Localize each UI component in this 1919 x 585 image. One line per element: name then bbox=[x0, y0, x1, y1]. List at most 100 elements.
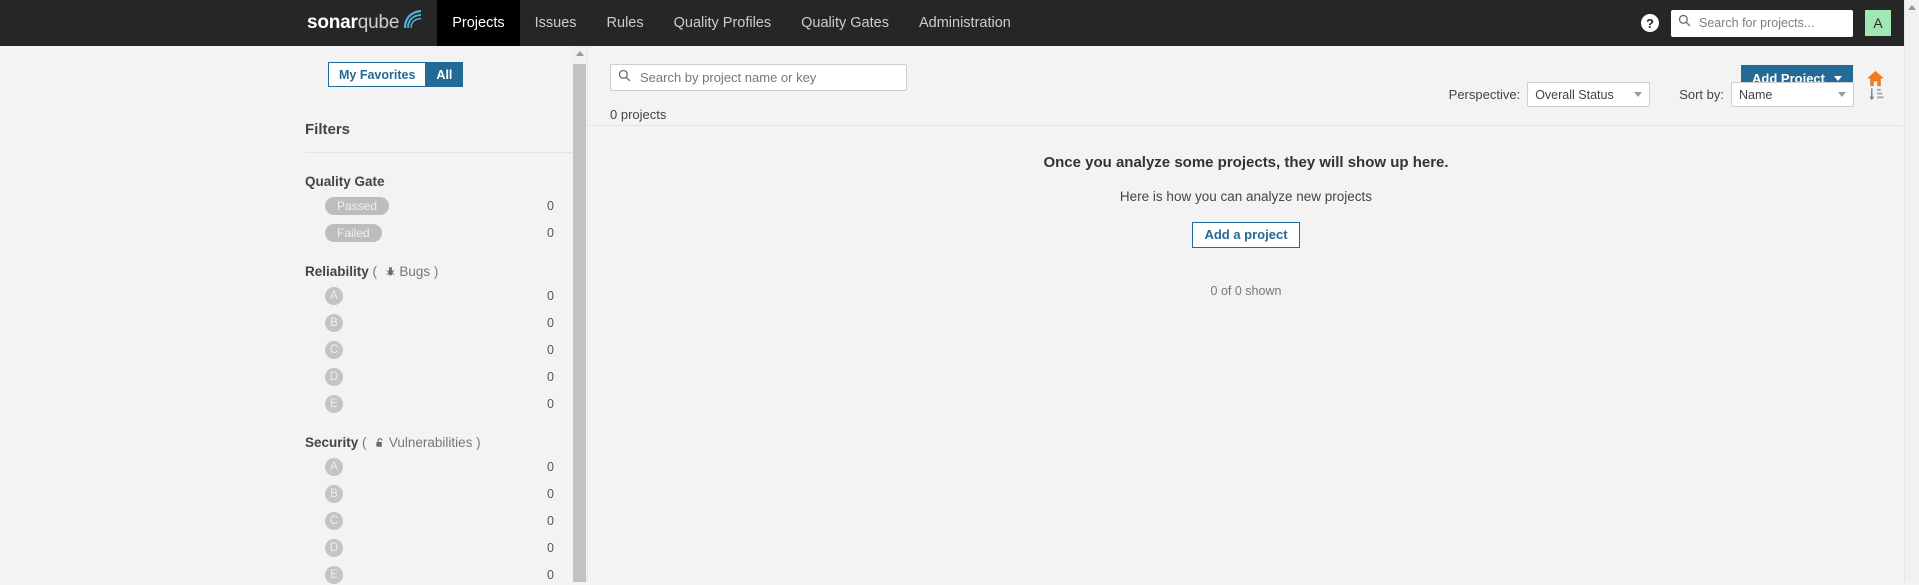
nav-item-label: Quality Gates bbox=[801, 15, 889, 31]
facet-row-security-d[interactable]: D 0 bbox=[305, 538, 572, 558]
filters-divider bbox=[305, 152, 572, 153]
facet-row-quality-gate-passed[interactable]: Passed 0 bbox=[305, 196, 572, 216]
add-a-project-button[interactable]: Add a project bbox=[1192, 222, 1300, 248]
navbar-items: sonar qube Projects Issues Rules Quality … bbox=[307, 0, 1026, 46]
facet-count: 0 bbox=[547, 226, 554, 240]
projects-controls: Perspective: Overall Status Sort by: Nam… bbox=[1449, 82, 1885, 107]
chevron-down-icon bbox=[1834, 75, 1842, 81]
my-favorites-label: My Favorites bbox=[339, 67, 416, 82]
avatar-letter: A bbox=[1873, 15, 1883, 31]
scroll-up-arrow-icon[interactable] bbox=[575, 51, 584, 56]
facet-name: Quality Gate bbox=[305, 174, 385, 189]
facet-name: Reliability bbox=[305, 264, 369, 279]
facet-row-reliability-c[interactable]: C 0 bbox=[305, 340, 572, 360]
global-search-input[interactable] bbox=[1697, 15, 1846, 31]
project-search-box[interactable] bbox=[610, 64, 907, 91]
rating-badge: C bbox=[325, 512, 343, 530]
nav-item-quality-profiles[interactable]: Quality Profiles bbox=[659, 0, 787, 46]
projects-count: 0 projects bbox=[610, 107, 667, 122]
facet-count: 0 bbox=[547, 316, 554, 330]
help-icon[interactable]: ? bbox=[1641, 14, 1659, 32]
open-lock-icon bbox=[370, 435, 389, 450]
facet-row-reliability-a[interactable]: A 0 bbox=[305, 286, 572, 306]
nav-item-quality-gates[interactable]: Quality Gates bbox=[786, 0, 904, 46]
nav-item-label: Rules bbox=[606, 15, 644, 31]
nav-item-label: Administration bbox=[918, 15, 1011, 31]
sort-by-value: Name bbox=[1739, 87, 1773, 102]
rating-badge: B bbox=[325, 314, 343, 332]
nav-item-rules[interactable]: Rules bbox=[592, 0, 659, 46]
facet-sub-open: ( bbox=[358, 435, 371, 450]
facet-row-quality-gate-failed[interactable]: Failed 0 bbox=[305, 223, 572, 243]
rating-badge: C bbox=[325, 341, 343, 359]
facet-count: 0 bbox=[547, 343, 554, 357]
sort-direction-icon[interactable] bbox=[1868, 86, 1885, 103]
global-search-box[interactable] bbox=[1671, 9, 1853, 37]
facet-row-security-a[interactable]: A 0 bbox=[305, 457, 572, 477]
filters-sidebar: My Favorites All Filters Quality Gate Pa… bbox=[0, 46, 588, 585]
perspective-value: Overall Status bbox=[1535, 87, 1614, 102]
nav-item-administration[interactable]: Administration bbox=[904, 0, 1026, 46]
shown-count: 0 of 0 shown bbox=[1210, 284, 1282, 298]
project-search-input[interactable] bbox=[638, 69, 899, 86]
sort-by-label: Sort by: bbox=[1679, 87, 1724, 102]
help-icon-glyph: ? bbox=[1646, 15, 1654, 31]
rating-badge: A bbox=[325, 287, 343, 305]
facet-count: 0 bbox=[547, 541, 554, 555]
facet-sub-label: Bugs bbox=[399, 264, 431, 279]
filters-sidebar-content: My Favorites All Filters Quality Gate Pa… bbox=[305, 46, 572, 585]
facet-row-security-c[interactable]: C 0 bbox=[305, 511, 572, 531]
facet-row-security-b[interactable]: B 0 bbox=[305, 484, 572, 504]
chevron-down-icon bbox=[1838, 92, 1846, 97]
rating-badge: E bbox=[325, 566, 343, 584]
facet-row-reliability-e[interactable]: E 0 bbox=[305, 394, 572, 414]
quality-gate-failed-pill: Failed bbox=[325, 224, 382, 242]
projects-main-panel: Add Project 0 projects Perspective: Over… bbox=[589, 46, 1903, 582]
facet-sub-close: ) bbox=[430, 264, 439, 279]
facet-row-reliability-d[interactable]: D 0 bbox=[305, 367, 572, 387]
perspective-select[interactable]: Overall Status bbox=[1527, 82, 1651, 107]
sidebar-scrollbar[interactable] bbox=[572, 46, 587, 582]
nav-item-issues[interactable]: Issues bbox=[520, 0, 592, 46]
logo-text-light: qube bbox=[357, 12, 400, 33]
nav-item-label: Quality Profiles bbox=[673, 15, 772, 31]
all-projects-label: All bbox=[436, 67, 453, 82]
facet-name: Security bbox=[305, 435, 359, 450]
my-favorites-button[interactable]: My Favorites bbox=[328, 62, 426, 87]
facet-sub-close: ) bbox=[472, 435, 481, 450]
rating-badge: D bbox=[325, 368, 343, 386]
facet-sub-label: Vulnerabilities bbox=[388, 435, 473, 450]
filters-heading: Filters bbox=[305, 121, 351, 138]
nav-item-label: Projects bbox=[452, 15, 505, 31]
quality-gate-passed-pill: Passed bbox=[325, 197, 390, 215]
perspective-label: Perspective: bbox=[1448, 87, 1521, 102]
logo-swoosh-icon bbox=[401, 8, 423, 30]
facet-title-quality-gate: Quality Gate bbox=[305, 174, 572, 189]
scroll-up-arrow-icon[interactable] bbox=[1908, 5, 1916, 10]
facet-count: 0 bbox=[547, 487, 554, 501]
avatar[interactable]: A bbox=[1865, 10, 1891, 36]
top-navbar: sonar qube Projects Issues Rules Quality … bbox=[0, 0, 1905, 46]
all-projects-button[interactable]: All bbox=[425, 62, 464, 87]
empty-state-title: Once you analyze some projects, they wil… bbox=[1043, 154, 1449, 171]
empty-state-subtitle: Here is how you can analyze new projects bbox=[1119, 189, 1373, 204]
sonarqube-logo[interactable]: sonar qube bbox=[307, 0, 437, 46]
nav-item-projects[interactable]: Projects bbox=[437, 0, 520, 46]
nav-item-label: Issues bbox=[534, 15, 577, 31]
facet-count: 0 bbox=[547, 289, 554, 303]
facet-count: 0 bbox=[547, 568, 554, 582]
facet-title-security: Security ( Vulnerabilities ) bbox=[305, 435, 572, 450]
empty-state: Once you analyze some projects, they wil… bbox=[589, 154, 1903, 298]
sidebar-scrollbar-thumb[interactable] bbox=[573, 64, 586, 582]
search-icon bbox=[1678, 14, 1691, 32]
facet-count: 0 bbox=[547, 514, 554, 528]
favorites-toggle-group: My Favorites All bbox=[328, 62, 572, 87]
rating-badge: A bbox=[325, 458, 343, 476]
facet-row-reliability-b[interactable]: B 0 bbox=[305, 313, 572, 333]
sort-by-select[interactable]: Name bbox=[1731, 82, 1854, 107]
facet-row-security-e[interactable]: E 0 bbox=[305, 565, 572, 585]
page-scrollbar[interactable] bbox=[1904, 0, 1919, 582]
chevron-down-icon bbox=[1634, 92, 1643, 97]
rating-badge: E bbox=[325, 395, 343, 413]
navbar-right-tools: ? A bbox=[1641, 0, 1891, 46]
